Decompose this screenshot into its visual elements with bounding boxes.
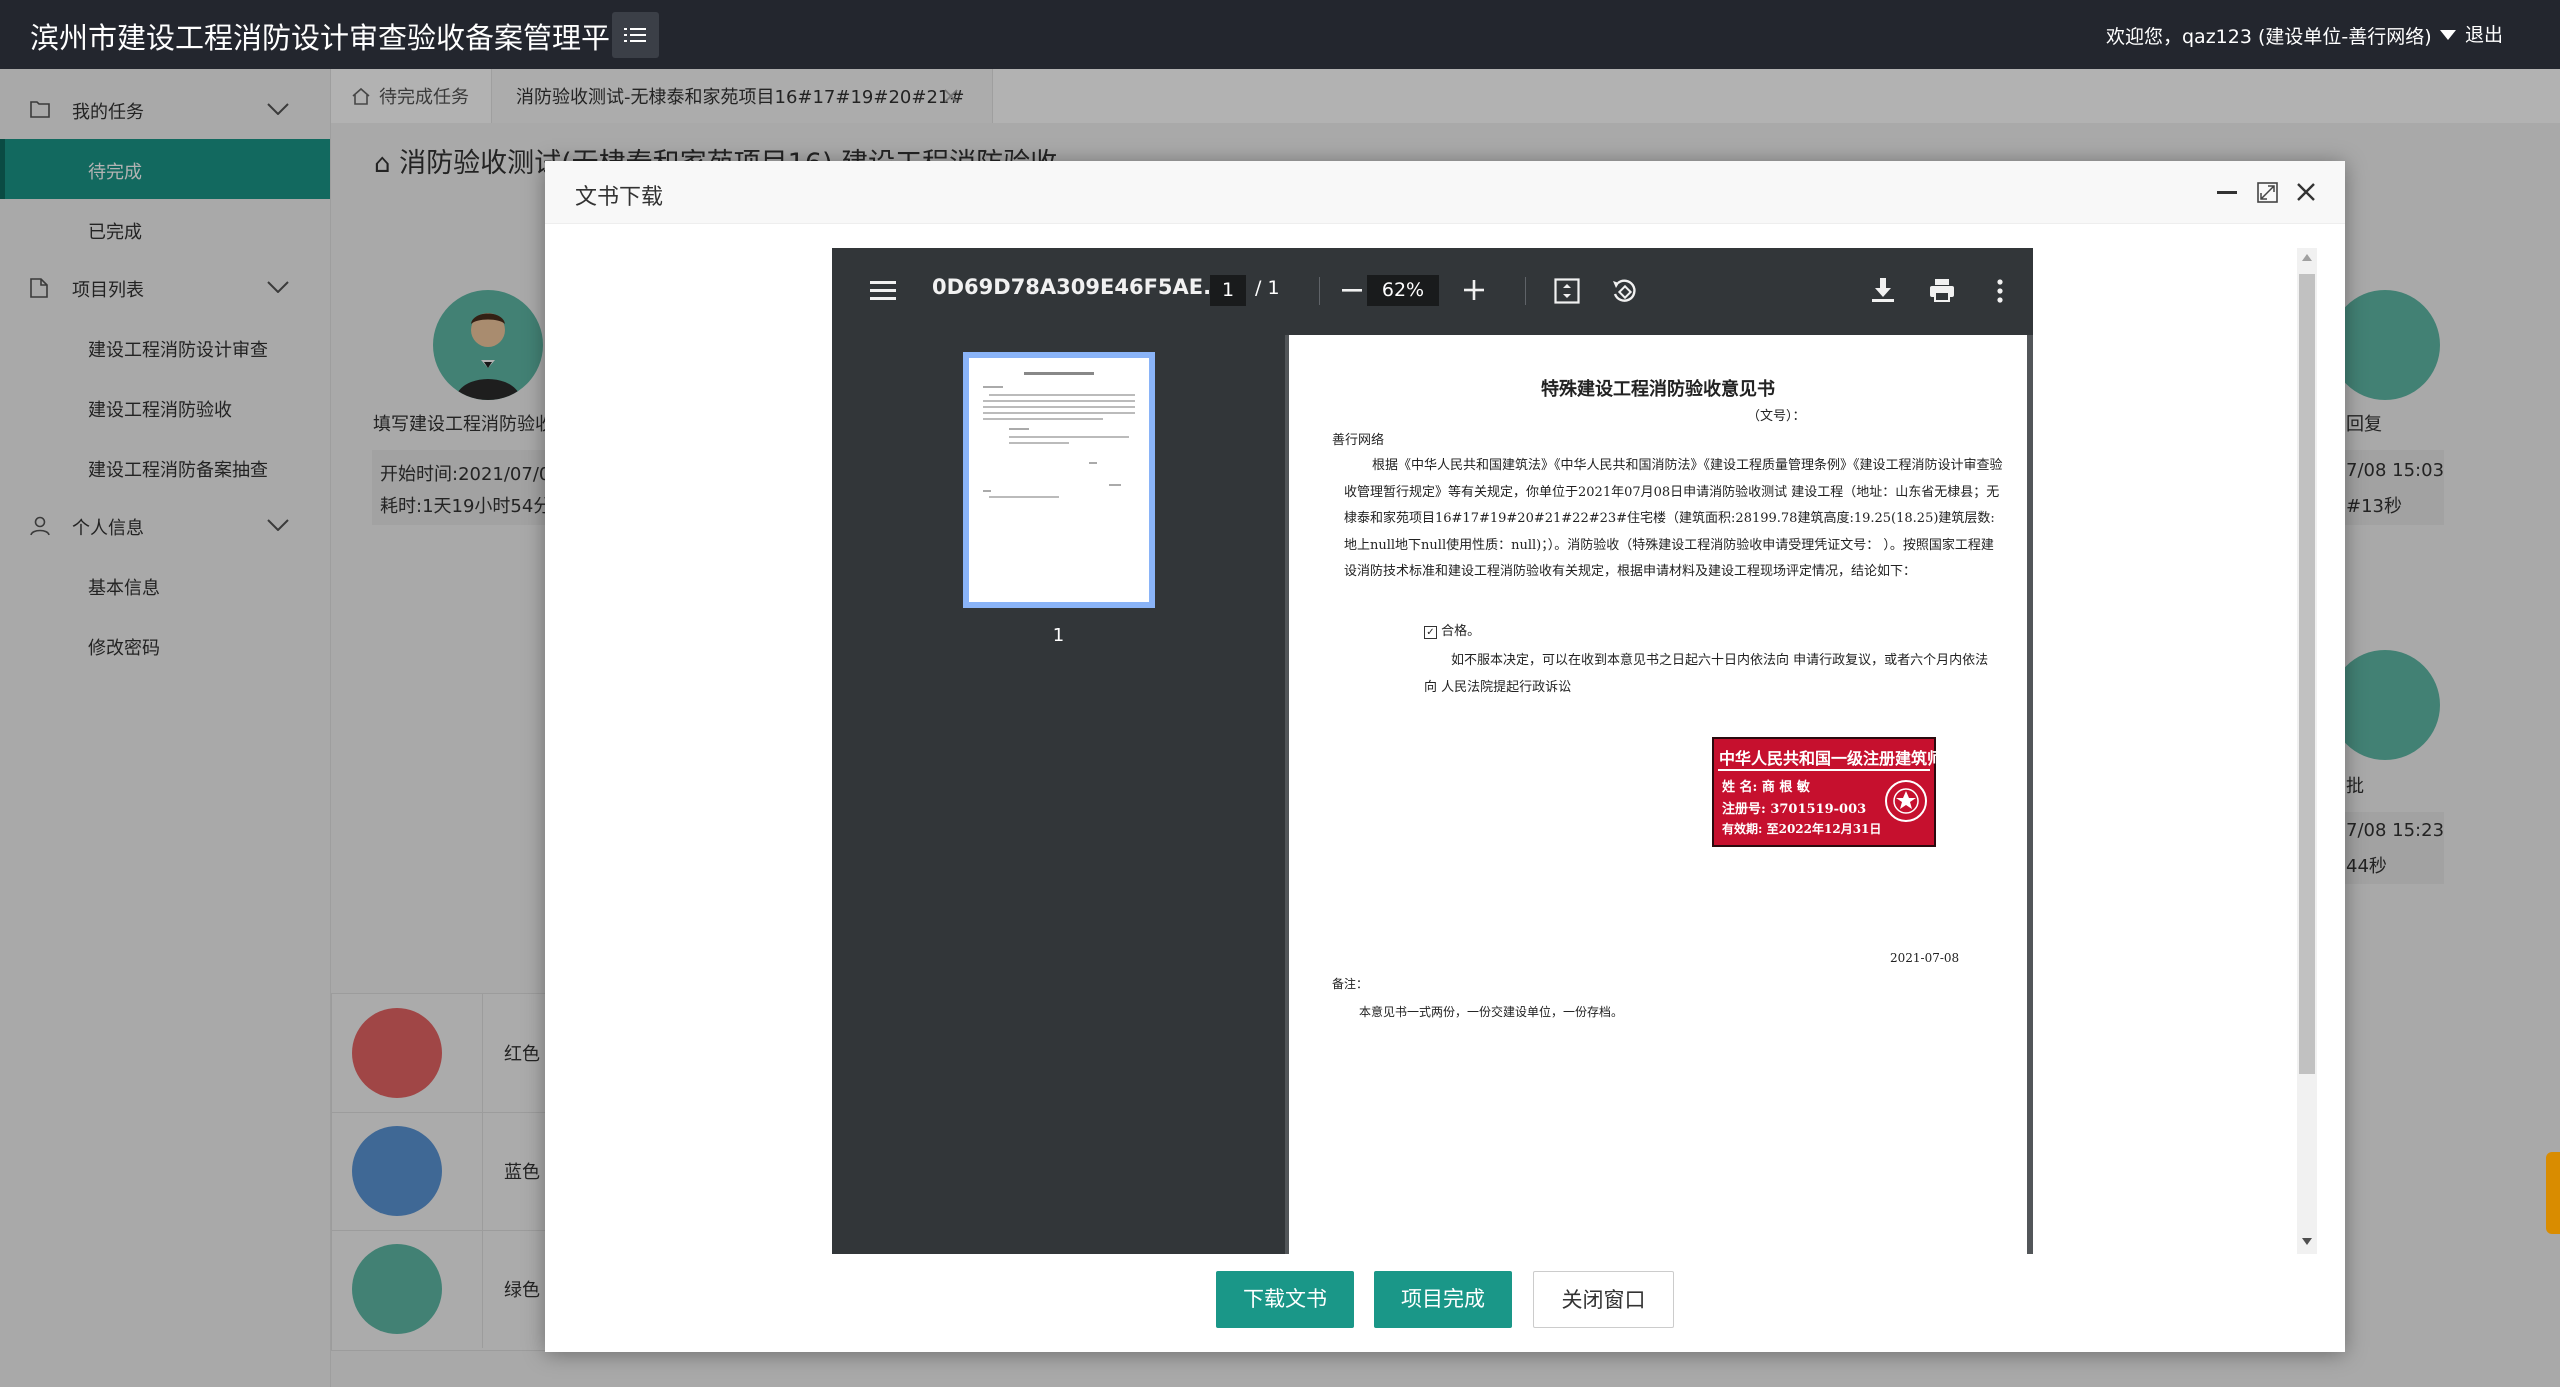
project-complete-button[interactable]: 项目完成 — [1374, 1271, 1512, 1328]
checkbox-result: ✓ 合格。 — [1424, 620, 1480, 639]
side-drawer-handle[interactable] — [2546, 1152, 2560, 1234]
document-body: 根据《中华人民共和国建筑法》《中华人民共和国消防法》《建设工程质量管理条例》《建… — [1344, 458, 2003, 579]
app-title: 滨州市建设工程消防设计审查验收备案管理平台 — [30, 21, 640, 55]
dialog-title: 文书下载 — [575, 185, 664, 210]
seal-emblem-icon — [1885, 780, 1927, 822]
page-thumbnail[interactable] — [963, 352, 1155, 608]
thumbnail-preview — [983, 372, 1135, 498]
download-document-button[interactable]: 下载文书 — [1216, 1271, 1354, 1328]
appeal-notice-cont: 向 人民法院提起行政诉讼 — [1424, 680, 1572, 695]
zoom-level-input[interactable]: 62% — [1367, 275, 1439, 306]
page-total: / 1 — [1255, 277, 1280, 299]
list-icon — [624, 28, 646, 42]
menu-toggle-button[interactable] — [612, 12, 659, 58]
logout-link[interactable]: 退出 — [2465, 20, 2503, 47]
fit-page-icon[interactable] — [1554, 278, 1580, 304]
scroll-up-icon[interactable] — [2302, 254, 2312, 261]
more-options-icon[interactable] — [1997, 279, 2003, 303]
document-recipient: 善行网络 — [1332, 433, 1385, 448]
print-icon[interactable] — [1929, 278, 1955, 302]
seal-validity: 有效期: 至2022年12月31日 — [1722, 822, 1882, 836]
document-number: （文号）： — [1747, 409, 1806, 424]
rotate-icon[interactable] — [1610, 277, 1638, 305]
document-download-dialog: 文书下载 0D69D78A309E46F5AE... 1 / 1 62% 1 特… — [545, 161, 2345, 1352]
caret-down-icon — [2439, 30, 2456, 40]
remarks-text: 本意见书一式两份，一份交建设单位，一份存档。 — [1359, 1005, 1624, 1019]
pdf-viewer: 0D69D78A309E46F5AE... 1 / 1 62% 1 特殊建设工程… — [832, 248, 2033, 1254]
user-greeting: 欢迎您，qaz123 (建设单位-善行网络) — [2106, 25, 2432, 48]
document-title: 特殊建设工程消防验收意见书 — [1541, 379, 1775, 400]
minimize-icon[interactable] — [2217, 191, 2237, 195]
document-date: 2021-07-08 — [1890, 951, 1960, 965]
thumbnail-page-number: 1 — [1052, 625, 1065, 646]
appeal-notice: 如不服本决定，可以在收到本意见书之日起六十日内依法向 申请行政复议，或者六个月内… — [1451, 653, 1989, 668]
seal-registration: 注册号: 3701519-003 — [1722, 802, 1867, 817]
close-window-button[interactable]: 关闭窗口 — [1533, 1271, 1674, 1328]
page-number-input[interactable]: 1 — [1210, 275, 1246, 306]
seal-heading: 中华人民共和国一级注册建筑师 — [1719, 749, 1944, 768]
download-icon[interactable] — [1872, 277, 1894, 303]
pdf-filename: 0D69D78A309E46F5AE... — [932, 275, 1228, 299]
zoom-in-icon[interactable] — [1464, 280, 1484, 300]
registered-architect-seal: 中华人民共和国一级注册建筑师 姓 名: 商 根 敏 注册号: 3701519-0… — [1712, 737, 1943, 847]
user-menu[interactable]: 欢迎您，qaz123 (建设单位-善行网络) — [2106, 20, 2456, 50]
top-header: 滨州市建设工程消防设计审查验收备案管理平台 欢迎您，qaz123 (建设单位-善… — [0, 0, 2560, 69]
dialog-header: 文书下载 — [545, 161, 2345, 224]
pdf-thumbnail-sidebar: 1 — [832, 335, 1285, 1254]
scrollbar-thumb[interactable] — [2299, 274, 2315, 1074]
maximize-icon[interactable] — [2257, 182, 2278, 203]
pdf-toolbar: 0D69D78A309E46F5AE... 1 / 1 62% — [832, 248, 2033, 335]
remarks-label: 备注： — [1332, 977, 1369, 991]
close-icon[interactable] — [2297, 183, 2315, 201]
checked-box-icon: ✓ — [1424, 626, 1437, 639]
scroll-down-icon[interactable] — [2302, 1238, 2312, 1245]
seal-name: 姓 名: 商 根 敏 — [1722, 780, 1810, 795]
pdf-page: 特殊建设工程消防验收意见书 （文号）： 善行网络 根据《中华人民共和国建筑法》《… — [1289, 335, 2027, 1254]
zoom-out-icon[interactable] — [1342, 289, 1362, 292]
hamburger-menu-icon[interactable] — [870, 280, 896, 300]
